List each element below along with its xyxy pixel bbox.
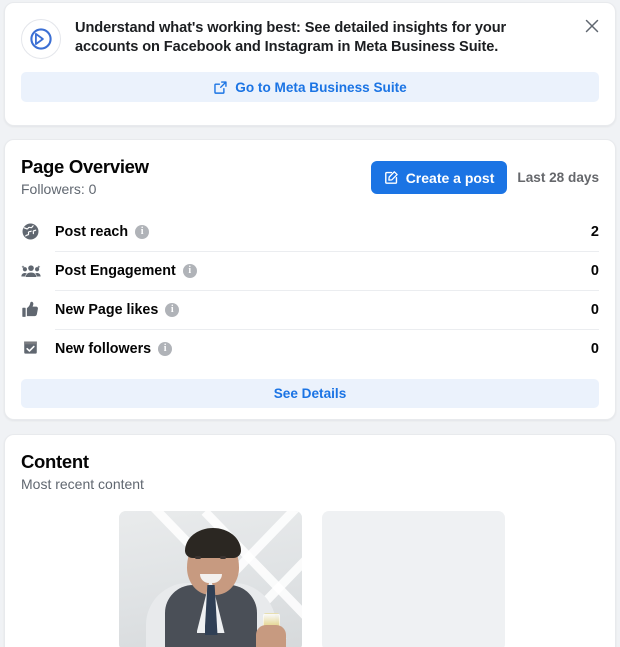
info-icon[interactable]: i [182,263,197,278]
metric-value: 2 [590,223,599,240]
create-post-button[interactable]: Create a post [370,161,508,194]
post-photo [119,511,302,647]
content-thumbnail-empty[interactable] [322,511,505,647]
metric-label: Post Engagement [55,262,176,279]
page-overview-titles: Page Overview Followers: 0 [21,156,149,198]
close-icon [585,19,599,33]
info-icon[interactable]: i [158,341,173,356]
create-post-label: Create a post [405,169,495,186]
page-overview-header: Page Overview Followers: 0 Create a post… [21,156,599,198]
content-card: Content Most recent content [4,434,616,647]
go-to-meta-business-suite-button[interactable]: Go to Meta Business Suite [21,72,599,102]
content-thumbnail-photo[interactable] [119,511,302,647]
info-icon[interactable]: i [135,224,150,239]
meta-business-suite-promo-card: Understand what's working best: See deta… [4,2,616,126]
page-overview-actions: Create a post Last 28 days [370,156,599,194]
thumbs-up-icon [21,300,45,319]
globe-icon [21,222,45,241]
content-title: Content [21,451,89,472]
page-title: Page Overview [21,156,149,177]
metric-label: New followers [55,340,152,357]
see-details-label: See Details [273,386,347,401]
info-icon[interactable]: i [165,302,180,317]
meta-business-suite-logo-icon [21,19,61,59]
metric-value: 0 [590,340,599,357]
content-subtitle: Most recent content [21,476,144,492]
promo-message: Understand what's working best: See deta… [75,20,507,55]
compose-pencil-square-icon [384,170,399,185]
metric-label: Post reach [55,223,129,240]
metric-row-post-engagement[interactable]: Post Engagement i 0 [21,251,599,290]
metric-row-new-followers[interactable]: New followers i 0 [21,329,599,368]
metric-value: 0 [590,262,599,279]
metric-label: New Page likes [55,301,159,318]
close-promo-button[interactable] [579,13,605,39]
metrics-list: Post reach i 2 Post Engagement i 0 New P… [21,212,599,368]
page-root: Understand what's working best: See deta… [0,0,620,647]
flag-check-icon [21,339,45,358]
metric-row-new-page-likes[interactable]: New Page likes i 0 [21,290,599,329]
metric-value: 0 [590,301,599,318]
page-overview-card: Page Overview Followers: 0 Create a post… [4,139,616,420]
metric-row-post-reach[interactable]: Post reach i 2 [21,212,599,251]
people-icon [21,261,45,280]
followers-count: Followers: 0 [21,181,97,197]
date-range-label: Last 28 days [517,170,599,185]
promo-header: Understand what's working best: See deta… [21,17,599,59]
external-link-icon [213,80,228,95]
go-to-meta-business-suite-label: Go to Meta Business Suite [235,79,407,95]
see-details-button[interactable]: See Details [21,379,599,408]
content-thumbnail-list [21,511,599,647]
